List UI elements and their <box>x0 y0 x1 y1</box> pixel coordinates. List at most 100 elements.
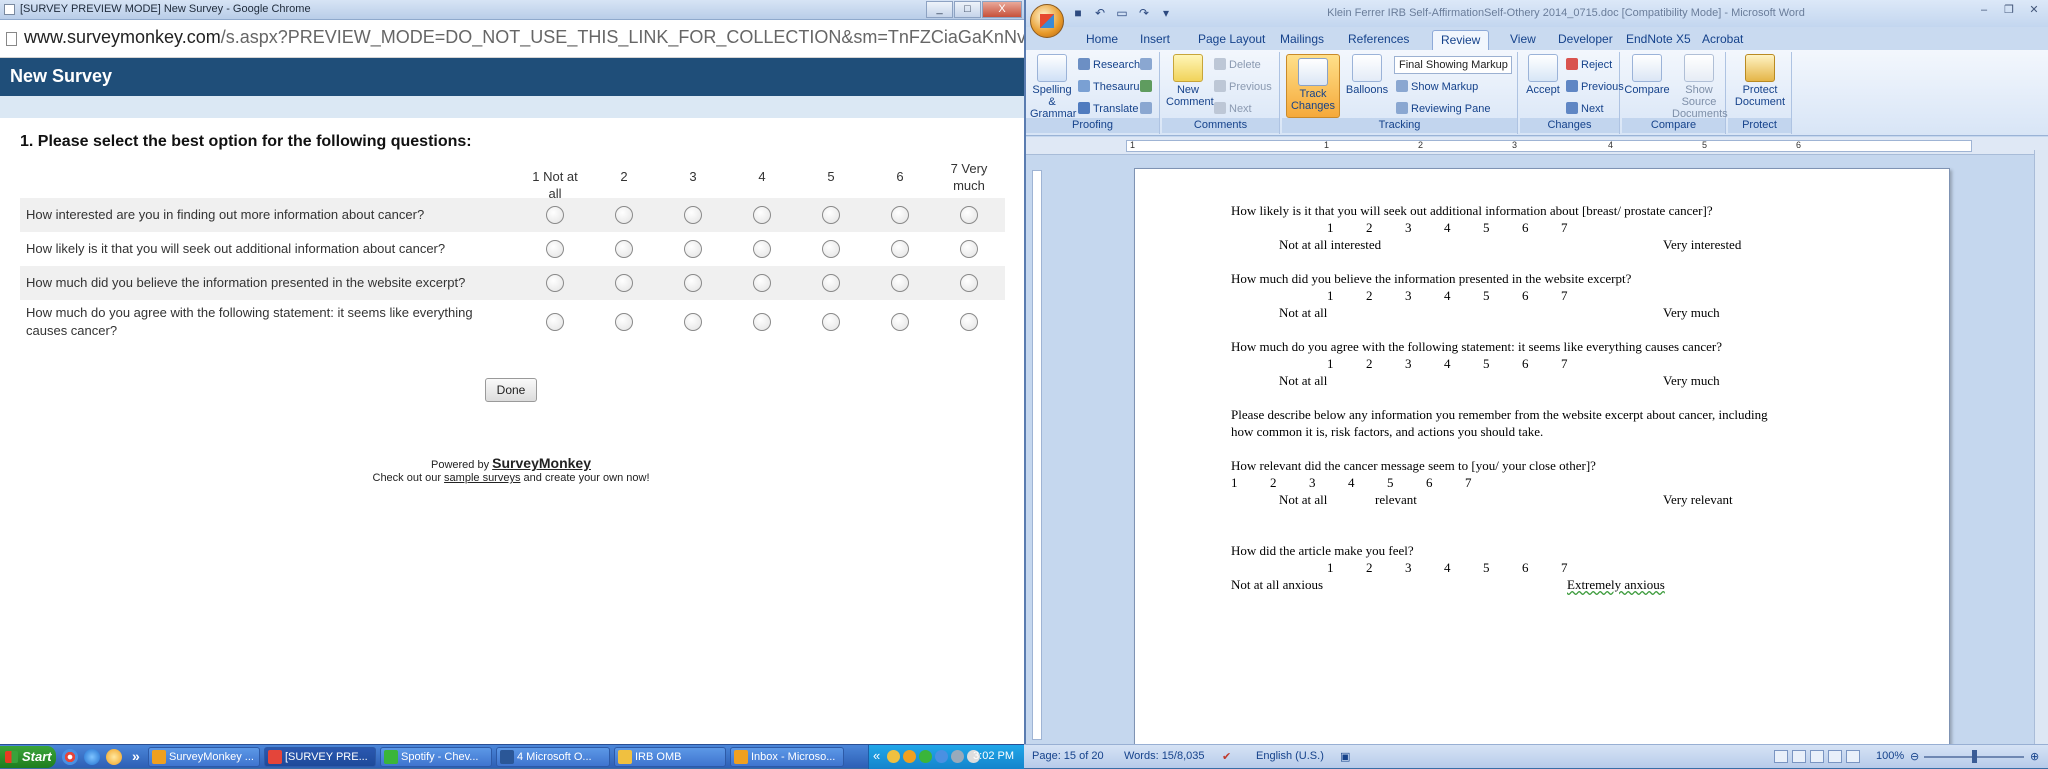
tab-view[interactable]: View <box>1502 30 1544 48</box>
taskbar-item[interactable]: Spotify - Chev... <box>380 747 492 767</box>
radio-option-4[interactable] <box>753 240 771 258</box>
save-icon[interactable]: ■ <box>1070 6 1086 20</box>
zoom-slider-thumb[interactable] <box>1972 750 1977 763</box>
zoom-in-icon[interactable]: ⊕ <box>2030 750 2039 763</box>
zoom-level[interactable]: 100% <box>1876 750 1904 762</box>
radio-option-1[interactable] <box>546 206 564 224</box>
previous-comment-button[interactable]: Previous <box>1214 80 1272 93</box>
proofing-status-icon[interactable]: ✔ <box>1222 750 1231 763</box>
full-screen-reading-view-button[interactable] <box>1792 750 1806 763</box>
show-markup-button[interactable]: Show Markup <box>1396 80 1478 93</box>
redo-icon[interactable]: ↷ <box>1136 6 1152 20</box>
ie-quicklaunch-icon[interactable] <box>84 749 100 765</box>
minimize-button[interactable]: _ <box>926 1 953 18</box>
display-for-review-select[interactable]: Final Showing Markup <box>1394 56 1512 74</box>
radio-option-5[interactable] <box>822 274 840 292</box>
radio-option-7[interactable] <box>960 274 978 292</box>
radio-option-2[interactable] <box>615 313 633 331</box>
print-layout-view-button[interactable] <box>1774 750 1788 763</box>
undo-icon[interactable]: ↶ <box>1092 6 1108 20</box>
tab-review[interactable]: Review <box>1432 30 1490 51</box>
radio-option-6[interactable] <box>891 274 909 292</box>
protect-document-button[interactable]: Protect Document <box>1732 54 1788 108</box>
web-layout-view-button[interactable] <box>1810 750 1824 763</box>
tab-insert[interactable]: Insert <box>1132 30 1178 48</box>
radio-option-2[interactable] <box>615 274 633 292</box>
radio-option-3[interactable] <box>684 313 702 331</box>
vertical-scrollbar[interactable] <box>2034 150 2048 744</box>
accept-button[interactable]: Accept <box>1524 54 1562 96</box>
language-status[interactable]: English (U.S.) <box>1256 750 1324 762</box>
word-restore-button[interactable]: ❐ <box>1997 2 2021 19</box>
compare-button[interactable]: Compare <box>1624 54 1670 96</box>
taskbar-item[interactable]: 4 Microsoft O... <box>496 747 610 767</box>
tab-developer[interactable]: Developer <box>1550 30 1621 48</box>
document-page[interactable]: How likely is it that you will seek out … <box>1134 168 1950 744</box>
tray-sync-icon[interactable] <box>903 750 916 763</box>
draft-view-button[interactable] <box>1846 750 1860 763</box>
translate-button[interactable]: Translate <box>1078 102 1138 115</box>
radio-option-3[interactable] <box>684 274 702 292</box>
start-button[interactable]: Start <box>0 746 56 768</box>
quicklaunch-more-icon[interactable]: » <box>132 748 140 764</box>
show-source-documents-button[interactable]: Show Source Documents <box>1672 54 1728 120</box>
macro-record-icon[interactable]: ▣ <box>1340 750 1350 763</box>
radio-option-7[interactable] <box>960 313 978 331</box>
radio-option-4[interactable] <box>753 274 771 292</box>
tab-references[interactable]: References <box>1340 30 1417 48</box>
word-close-button[interactable]: ✕ <box>2022 2 2046 19</box>
previous-change-button[interactable]: Previous <box>1566 80 1624 93</box>
clock[interactable]: 3:02 PM <box>973 750 1014 762</box>
radio-option-6[interactable] <box>891 240 909 258</box>
sample-surveys-link[interactable]: sample surveys <box>444 472 520 484</box>
url-text[interactable]: www.surveymonkey.com/s.aspx?PREVIEW_MODE… <box>24 27 1024 48</box>
balloons-button[interactable]: Balloons <box>1344 54 1390 96</box>
reviewing-pane-button[interactable]: Reviewing Pane <box>1396 102 1491 115</box>
radio-option-1[interactable] <box>546 274 564 292</box>
address-bar[interactable]: www.surveymonkey.com/s.aspx?PREVIEW_MODE… <box>0 20 1024 58</box>
radio-option-2[interactable] <box>615 240 633 258</box>
zoom-out-icon[interactable]: ⊖ <box>1910 750 1919 763</box>
close-button[interactable]: X <box>982 1 1022 18</box>
radio-option-4[interactable] <box>753 206 771 224</box>
radio-option-3[interactable] <box>684 206 702 224</box>
horizontal-ruler[interactable]: 1 1 2 3 4 5 6 <box>1026 137 2048 155</box>
done-button[interactable]: Done <box>485 378 537 402</box>
radio-option-5[interactable] <box>822 240 840 258</box>
tab-page-layout[interactable]: Page Layout <box>1190 30 1273 48</box>
next-change-button[interactable]: Next <box>1566 102 1604 115</box>
tab-mailings[interactable]: Mailings <box>1272 30 1332 48</box>
radio-option-7[interactable] <box>960 240 978 258</box>
tray-network-icon[interactable] <box>935 750 948 763</box>
taskbar-item[interactable]: [SURVEY PRE... <box>264 747 376 767</box>
radio-option-3[interactable] <box>684 240 702 258</box>
office-button[interactable] <box>1030 4 1064 38</box>
radio-option-7[interactable] <box>960 206 978 224</box>
next-comment-button[interactable]: Next <box>1214 102 1252 115</box>
radio-option-5[interactable] <box>822 206 840 224</box>
new-comment-button[interactable]: New Comment <box>1166 54 1214 108</box>
word-count-icon[interactable] <box>1140 80 1155 93</box>
tray-firefox-icon[interactable] <box>887 750 900 763</box>
thesaurus-button[interactable]: Thesaurus <box>1078 80 1145 93</box>
radio-option-6[interactable] <box>891 206 909 224</box>
tab-endnote-x5[interactable]: EndNote X5 <box>1618 30 1699 48</box>
tray-spotify-icon[interactable] <box>919 750 932 763</box>
radio-option-5[interactable] <box>822 313 840 331</box>
radio-option-2[interactable] <box>615 206 633 224</box>
surveymonkey-link[interactable]: SurveyMonkey <box>492 455 591 471</box>
reject-button[interactable]: Reject <box>1566 58 1612 71</box>
taskbar-item[interactable]: SurveyMonkey ... <box>148 747 260 767</box>
open-icon[interactable]: ▭ <box>1114 6 1130 20</box>
taskbar-item[interactable]: Inbox - Microso... <box>730 747 844 767</box>
spelling-grammar-button[interactable]: Spelling & Grammar <box>1030 54 1076 120</box>
firefox-quicklaunch-icon[interactable] <box>106 749 122 765</box>
research-button[interactable]: Research <box>1078 58 1140 71</box>
maximize-button[interactable]: □ <box>954 1 981 18</box>
track-changes-button[interactable]: Track Changes <box>1286 54 1340 118</box>
customize-qat-icon[interactable]: ▾ <box>1158 6 1174 20</box>
tab-acrobat[interactable]: Acrobat <box>1694 30 1751 48</box>
tray-security-icon[interactable] <box>951 750 964 763</box>
radio-option-4[interactable] <box>753 313 771 331</box>
word-count-status[interactable]: Words: 15/8,035 <box>1124 750 1205 762</box>
